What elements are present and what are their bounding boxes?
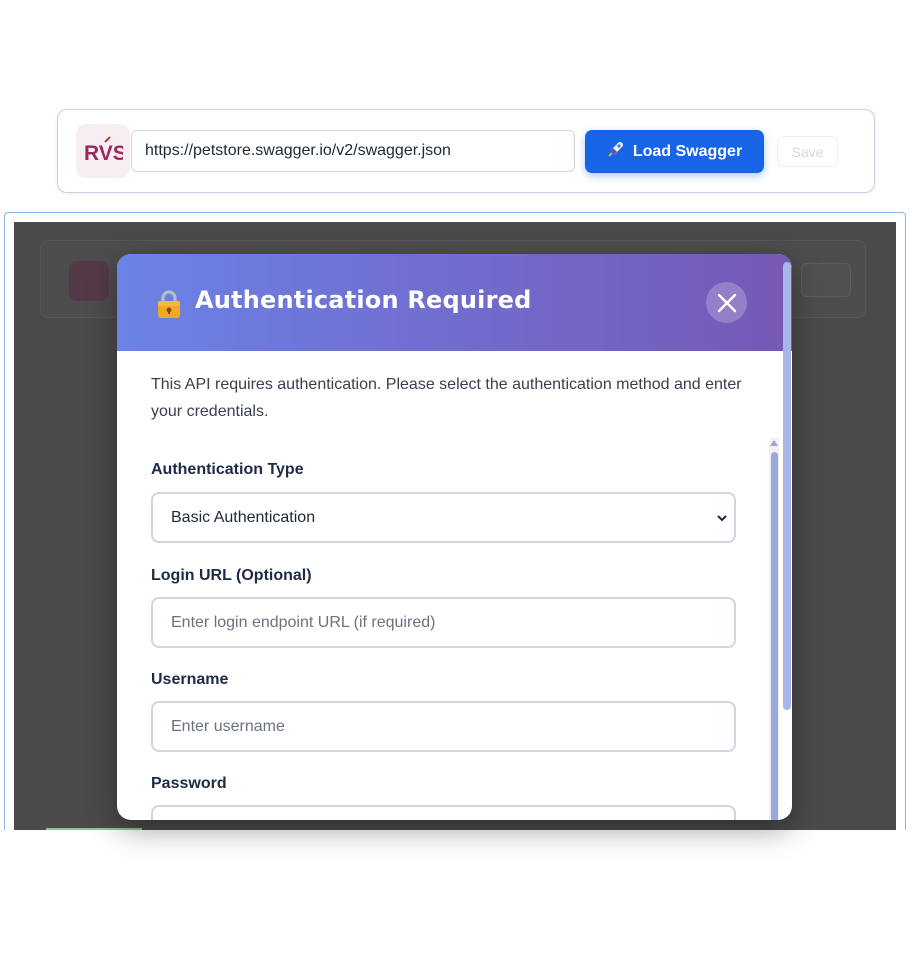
svg-text:RVS: RVS [84, 142, 123, 165]
dimmed-save-button [801, 263, 851, 297]
auth-intro-text: This API requires authentication. Please… [151, 376, 742, 420]
auth-type-selected-value: Basic Authentication [171, 508, 316, 526]
username-input[interactable] [151, 701, 736, 752]
close-icon [717, 293, 736, 312]
auth-modal: Authentication Required This API require… [117, 254, 792, 820]
chevron-down-icon [717, 515, 727, 522]
load-swagger-button[interactable]: Load Swagger [585, 130, 764, 173]
save-button[interactable]: Save [777, 136, 838, 167]
dimmed-logo [69, 261, 109, 301]
rocket-icon [607, 140, 625, 163]
scroll-up-arrow-icon[interactable] [770, 440, 778, 446]
modal-body: This API requires authentication. Please… [117, 351, 792, 820]
close-button[interactable] [706, 282, 747, 323]
modal-header: Authentication Required [117, 254, 792, 351]
swagger-url-input[interactable] [131, 130, 575, 172]
password-label: Password [151, 775, 227, 792]
auth-type-select[interactable]: Basic Authentication [151, 492, 736, 543]
username-label: Username [151, 671, 229, 688]
modal-body-scroll-thumb[interactable] [771, 452, 778, 820]
modal-scroll-thumb[interactable] [783, 262, 791, 710]
load-swagger-label: Load Swagger [632, 142, 743, 160]
swagger-toolbar: RVS Load Swagger Save [57, 109, 875, 193]
auth-type-label: Authentication Type [151, 461, 304, 478]
password-input[interactable] [151, 805, 736, 820]
login-url-input[interactable] [151, 597, 736, 648]
login-url-label: Login URL (Optional) [151, 567, 312, 584]
rvs-logo-mark: RVS [84, 136, 123, 165]
rvs-logo: RVS [76, 124, 130, 178]
modal-title: Authentication Required [195, 286, 532, 314]
dimmed-accent-line [46, 828, 142, 830]
lock-icon [158, 290, 180, 318]
